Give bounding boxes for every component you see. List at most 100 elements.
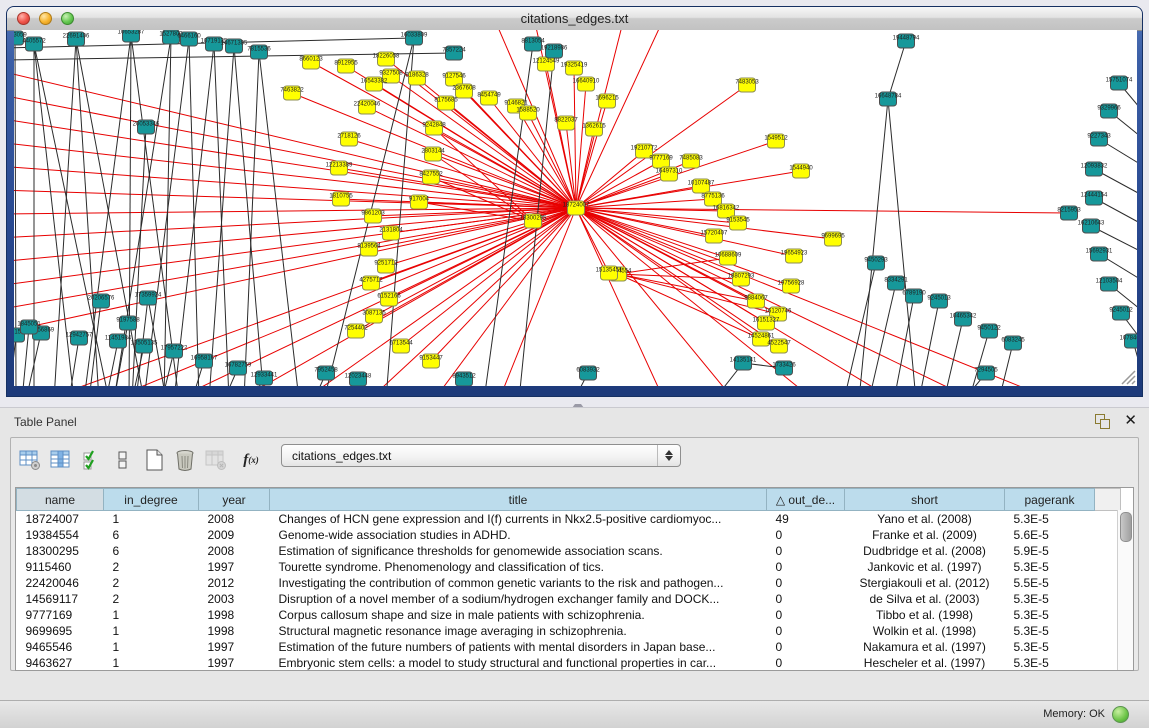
graph-edge[interactable] — [859, 99, 888, 386]
graph-node[interactable]: 8215953 — [1057, 206, 1081, 220]
graph-node[interactable]: 9245013 — [927, 294, 951, 308]
graph-node[interactable]: 16033809 — [401, 31, 428, 45]
table-cell[interactable]: 1 — [104, 655, 199, 671]
table-cell[interactable]: 5.3E-5 — [1005, 607, 1095, 623]
table-cell[interactable]: 0 — [767, 575, 845, 591]
graph-edge[interactable] — [189, 39, 199, 386]
graph-node[interactable]: 7463822 — [280, 86, 304, 100]
graph-node[interactable]: 8175685 — [434, 96, 458, 110]
table-cell[interactable]: 9463627 — [17, 655, 104, 671]
table-cell[interactable]: Estimation of significance thresholds fo… — [270, 543, 767, 559]
graph-edge[interactable] — [234, 46, 264, 386]
float-panel-icon[interactable] — [1095, 414, 1109, 428]
graph-node[interactable]: 1362615 — [582, 122, 606, 136]
table-cell[interactable]: Tourette syndrome. Phenomenology and cla… — [270, 559, 767, 575]
graph-edge[interactable] — [574, 68, 576, 208]
graph-node[interactable]: 6083932 — [576, 366, 600, 380]
memory-status-icon[interactable] — [1112, 706, 1129, 723]
graph-node[interactable]: 19325419 — [561, 61, 588, 75]
graph-node[interactable]: 4405572 — [22, 37, 46, 51]
graph-node[interactable]: 12942757 — [66, 331, 93, 345]
table-cell[interactable]: Wolkin et al. (1998) — [845, 623, 1005, 639]
graph-node[interactable]: 8334291 — [884, 276, 908, 290]
graph-node[interactable]: 10107487 — [688, 179, 715, 193]
canvas-resize-grip[interactable] — [1122, 371, 1135, 384]
table-cell[interactable]: 0 — [767, 527, 845, 543]
table-row[interactable]: 2242004622012Investigating the contribut… — [17, 575, 1121, 591]
graph-node[interactable]: 9777169 — [649, 154, 673, 168]
row-height-icon[interactable] — [110, 448, 136, 472]
table-cell[interactable]: Investigating the contribution of common… — [270, 575, 767, 591]
graph-edge[interactable] — [14, 208, 576, 334]
graph-node[interactable]: 9153545 — [726, 216, 750, 230]
column-header-short[interactable]: short — [845, 489, 1005, 511]
table-cell[interactable]: Nakamura et al. (1997) — [845, 639, 1005, 655]
graph-edge[interactable] — [214, 44, 229, 386]
graph-node[interactable]: 7857224 — [442, 46, 466, 60]
table-cell[interactable]: Genome-wide association studies in ADHD. — [270, 527, 767, 543]
table-cell[interactable]: 1998 — [199, 623, 270, 639]
graph-node[interactable]: 10784603 — [1120, 334, 1137, 348]
graph-node[interactable]: 2803144 — [421, 147, 445, 161]
table-cell[interactable]: 6 — [104, 527, 199, 543]
column-header-out_de[interactable]: △ out_de... — [767, 489, 845, 511]
graph-node[interactable]: 1544940 — [789, 164, 813, 178]
graph-edge[interactable] — [244, 52, 259, 386]
graph-edge[interactable] — [844, 263, 876, 386]
column-header-pagerank[interactable]: pagerank — [1005, 489, 1095, 511]
graph-node[interactable]: 8427552 — [419, 170, 443, 184]
table-cell[interactable]: Structural magnetic resonance image aver… — [270, 623, 767, 639]
graph-edge[interactable] — [14, 208, 576, 262]
table-cell[interactable]: 5.5E-5 — [1005, 575, 1095, 591]
table-cell[interactable]: 5.3E-5 — [1005, 639, 1095, 655]
graph-node[interactable]: 10465342 — [950, 312, 977, 326]
graph-node[interactable]: 7254402 — [344, 324, 368, 338]
graph-node[interactable]: 6713544 — [389, 339, 413, 353]
graph-edge[interactable] — [14, 118, 576, 208]
graph-node[interactable]: 18226058 — [373, 52, 400, 66]
table-cell[interactable]: 1 — [104, 511, 199, 528]
graph-node[interactable]: 8454749 — [477, 91, 501, 105]
network-canvas[interactable]: 1872400718300295746382286601238912955182… — [14, 30, 1137, 386]
column-header-title[interactable]: title — [270, 489, 767, 511]
graph-node[interactable]: 8822037 — [554, 116, 578, 130]
graph-node[interactable]: 8813054 — [521, 37, 545, 51]
graph-node[interactable]: 8943512 — [452, 372, 476, 386]
graph-node[interactable]: 7815536 — [247, 45, 271, 59]
graph-node[interactable]: 15751074 — [1106, 76, 1133, 90]
scrollbar-thumb[interactable] — [1120, 512, 1132, 542]
table-cell[interactable]: 0 — [767, 591, 845, 607]
table-cell[interactable]: Tibbo et al. (1998) — [845, 607, 1005, 623]
table-cell[interactable]: 1 — [104, 623, 199, 639]
table-cell[interactable]: 2012 — [199, 575, 270, 591]
table-cell[interactable]: Stergiakouli et al. (2012) — [845, 575, 1005, 591]
graph-node[interactable]: 2131804 — [379, 226, 403, 240]
table-cell[interactable]: 1997 — [199, 559, 270, 575]
table-cell[interactable]: 5.3E-5 — [1005, 591, 1095, 607]
graph-node[interactable]: 3087135 — [362, 309, 386, 323]
graph-node[interactable]: 16648784 — [875, 92, 902, 106]
table-cell[interactable]: 0 — [767, 655, 845, 671]
graph-edge[interactable] — [431, 208, 576, 361]
table-cell[interactable]: 9115460 — [17, 559, 104, 575]
graph-node[interactable]: 10653287 — [118, 30, 145, 42]
graph-node[interactable]: 12124549 — [533, 57, 560, 71]
table-selector-dropdown[interactable]: citations_edges.txt — [281, 444, 681, 467]
graph-node[interactable]: 6466160 — [177, 32, 201, 46]
table-cell[interactable]: 9465546 — [17, 639, 104, 655]
graph-node[interactable]: 9699695 — [821, 232, 845, 246]
graph-node[interactable]: 9450293 — [864, 256, 888, 270]
table-cell[interactable]: 0 — [767, 623, 845, 639]
graph-edge[interactable] — [14, 142, 576, 208]
panel-splitter[interactable] — [0, 397, 1149, 407]
table-cell[interactable]: Disruption of a novel member of a sodium… — [270, 591, 767, 607]
table-row[interactable]: 1938455462009Genome-wide association stu… — [17, 527, 1121, 543]
table-cell[interactable]: 5.3E-5 — [1005, 655, 1095, 671]
function-builder-icon[interactable]: f(x) — [234, 448, 268, 472]
table-cell[interactable]: Corpus callosum shape and size in male p… — [270, 607, 767, 623]
table-cell[interactable]: 49 — [767, 511, 845, 528]
graph-node[interactable]: 9861203 — [361, 209, 385, 223]
graph-edge[interactable] — [14, 190, 576, 208]
table-cell[interactable]: Embryonic stem cells: a model to study s… — [270, 655, 767, 671]
graph-node[interactable]: 1810755 — [329, 192, 353, 206]
